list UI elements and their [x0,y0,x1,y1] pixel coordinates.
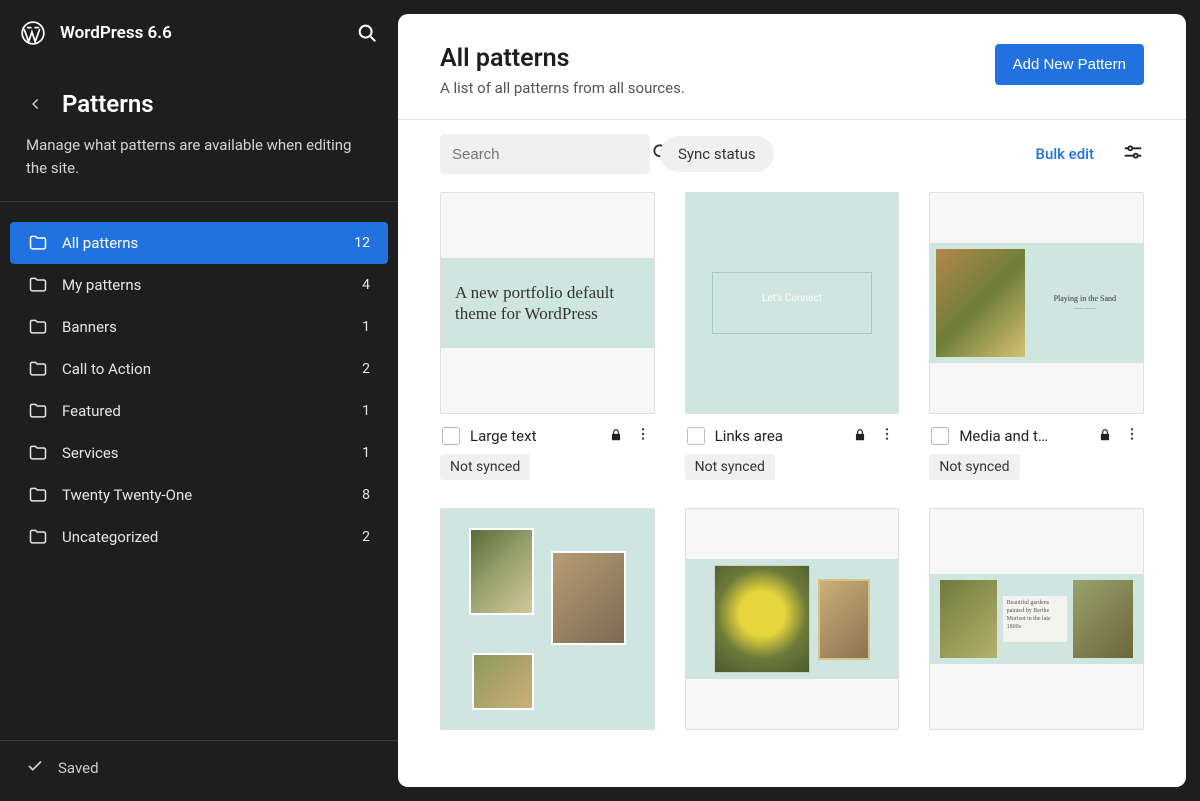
nav-item-label: Banners [62,318,348,336]
pattern-card [440,508,655,730]
pattern-categories-nav: All patterns 12 My patterns 4 Banners 1 … [0,222,398,558]
bulk-edit-button[interactable]: Bulk edit [1036,145,1095,163]
pattern-card: A new portfolio default theme for WordPr… [440,192,655,480]
folder-icon [28,401,48,421]
folder-icon [28,443,48,463]
folder-icon [28,527,48,547]
nav-item-my-patterns[interactable]: My patterns 4 [10,264,388,306]
more-actions-icon[interactable] [1122,426,1142,446]
folder-icon [28,317,48,337]
preview-text: A new portfolio default theme for WordPr… [441,258,654,348]
page-subtitle: A list of all patterns from all sources. [440,79,685,97]
main-panel: All patterns A list of all patterns from… [398,14,1186,787]
preview-subtext: — — — — — [780,307,804,313]
sync-status-filter[interactable]: Sync status [660,136,774,172]
sidebar-topbar: WordPress 6.6 [0,12,398,60]
lock-icon [1098,427,1112,446]
pattern-card: Let's Connect — — — — — Links area Not s… [685,192,900,480]
check-icon [26,757,44,779]
nav-item-uncategorized[interactable]: Uncategorized 2 [10,516,388,558]
lock-icon [853,427,867,446]
preview-text: Beautiful gardens painted by Berthe Mori… [1003,596,1067,641]
select-checkbox[interactable] [931,427,949,445]
preview-image [472,653,533,710]
nav-item-label: Call to Action [62,360,348,378]
nav-item-count: 4 [362,277,370,293]
pattern-preview[interactable] [440,508,655,730]
section-title: Patterns [62,90,154,118]
site-title[interactable]: WordPress 6.6 [60,23,172,43]
logo-title: WordPress 6.6 [20,20,172,46]
nav-item-label: Services [62,444,348,462]
toolbar: Sync status Bulk edit [398,120,1186,186]
nav-item-label: Uncategorized [62,528,348,546]
nav-item-twenty-twenty-one[interactable]: Twenty Twenty-One 8 [10,474,388,516]
nav-item-count: 1 [362,445,370,461]
pattern-card [685,508,900,730]
preview-image [818,579,870,660]
select-checkbox[interactable] [442,427,460,445]
page-title: All patterns [440,44,685,73]
more-actions-icon[interactable] [633,426,653,446]
preview-image [1073,580,1133,658]
sync-badge: Not synced [929,454,1019,480]
nav-item-call-to-action[interactable]: Call to Action 2 [10,348,388,390]
saved-status: Saved [0,740,398,801]
nav-item-count: 1 [362,319,370,335]
saved-label: Saved [58,759,99,777]
pattern-card: Beautiful gardens painted by Berthe Mori… [929,508,1144,730]
main-header: All patterns A list of all patterns from… [398,14,1186,120]
nav-item-count: 8 [362,487,370,503]
preview-text: Playing in the Sand [1054,294,1116,303]
preview-image [936,249,1024,357]
pattern-preview[interactable]: Let's Connect — — — — — [685,192,900,414]
sync-badge: Not synced [685,454,775,480]
nav-item-count: 2 [362,529,370,545]
search-icon[interactable] [356,22,378,44]
back-chevron-icon[interactable] [24,97,48,111]
nav-item-label: Twenty Twenty-One [62,486,348,504]
select-checkbox[interactable] [687,427,705,445]
pattern-title[interactable]: Links area [715,427,844,445]
nav-item-label: My patterns [62,276,348,294]
folder-icon [28,359,48,379]
preview-image [714,565,810,673]
nav-item-label: All patterns [62,234,340,252]
section-header: Patterns [0,60,398,126]
pattern-title[interactable]: Large text [470,427,599,445]
preview-image [551,551,626,646]
nav-item-count: 1 [362,403,370,419]
add-new-pattern-button[interactable]: Add New Pattern [995,44,1144,85]
nav-item-banners[interactable]: Banners 1 [10,306,388,348]
search-box[interactable] [440,134,650,174]
pattern-preview[interactable] [685,508,900,730]
nav-item-label: Featured [62,402,348,420]
folder-icon [28,485,48,505]
pattern-card: Playing in the Sand —— —— Media and t… N… [929,192,1144,480]
more-actions-icon[interactable] [877,426,897,446]
nav-item-count: 2 [362,361,370,377]
patterns-grid: A new portfolio default theme for WordPr… [398,186,1186,750]
pattern-preview[interactable]: Playing in the Sand —— —— [929,192,1144,414]
folder-icon [28,233,48,253]
search-input[interactable] [452,146,651,163]
pattern-title[interactable]: Media and t… [959,427,1088,445]
pattern-preview[interactable]: A new portfolio default theme for WordPr… [440,192,655,414]
view-options-icon[interactable] [1122,141,1144,167]
wordpress-logo-icon[interactable] [20,20,46,46]
lock-icon [609,427,623,446]
nav-item-services[interactable]: Services 1 [10,432,388,474]
preview-subtext: —— —— [1074,307,1095,312]
pattern-preview[interactable]: Beautiful gardens painted by Berthe Mori… [929,508,1144,730]
sync-badge: Not synced [440,454,530,480]
preview-image [940,580,996,658]
preview-text: Let's Connect [762,293,822,304]
sidebar: WordPress 6.6 Patterns Manage what patte… [0,0,398,801]
preview-image [469,528,534,615]
nav-item-all-patterns[interactable]: All patterns 12 [10,222,388,264]
folder-icon [28,275,48,295]
nav-item-featured[interactable]: Featured 1 [10,390,388,432]
section-description: Manage what patterns are available when … [0,126,398,202]
nav-item-count: 12 [354,235,370,251]
